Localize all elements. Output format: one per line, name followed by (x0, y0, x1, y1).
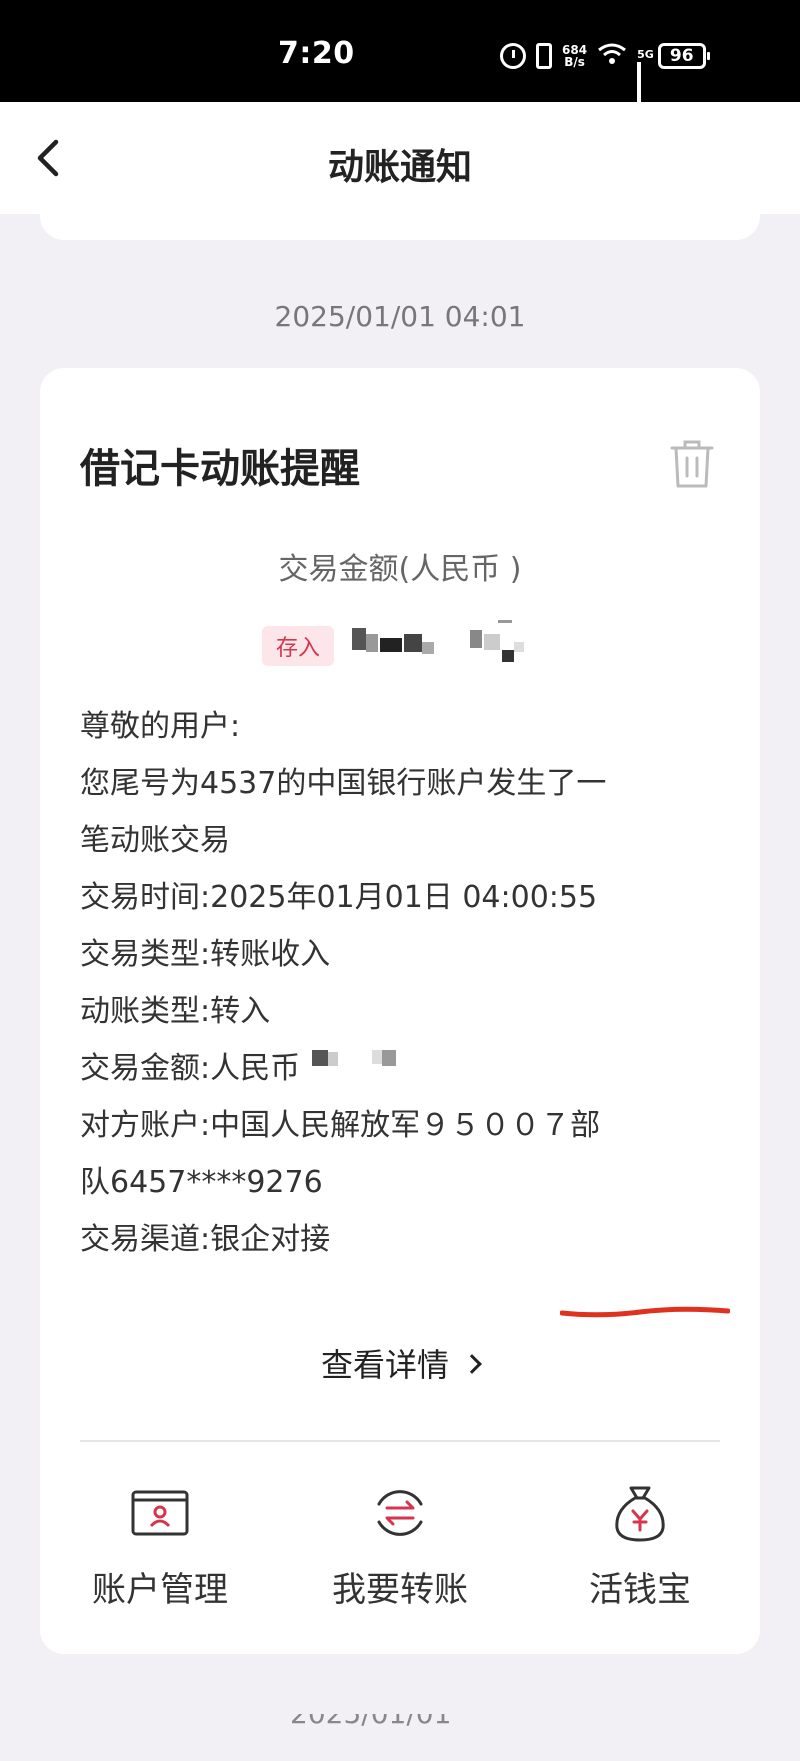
field-transaction-type: 交易类型: 转账收入 (80, 926, 740, 983)
quick-actions: 账户管理 我要转账 活钱宝 (40, 1478, 760, 1611)
amount-label: 交易金额(人民币 ) (278, 552, 522, 587)
app-header: 动账通知 (0, 102, 800, 214)
field-transaction-time: 交易时间: 2025年01月01日 04:00:55 (80, 869, 740, 926)
field-value: 转账收入 (210, 937, 331, 972)
message-line-1: 您尾号为4537的中国银行账户发生了一 (80, 766, 607, 801)
delete-button[interactable] (668, 436, 716, 492)
handwritten-underline (560, 1306, 730, 1318)
field-label: 对方账户: (80, 1108, 211, 1143)
previous-card (40, 200, 760, 240)
view-details-label: 查看详情 (320, 1346, 449, 1384)
message-line-2: 笔动账交易 (80, 823, 230, 858)
account-management-button[interactable]: 账户管理 (40, 1478, 280, 1611)
signal-icon: 5G (637, 43, 654, 127)
action-label: 账户管理 (92, 1570, 228, 1610)
page-title: 动账通知 (327, 147, 472, 188)
wifi-icon (597, 42, 627, 71)
deposit-tag: 存入 (262, 626, 335, 666)
field-label: 交易类型: (80, 937, 211, 972)
net-speed-unit: B/s (564, 55, 585, 69)
money-bag-icon (615, 1486, 665, 1542)
masked-amount-inline (300, 1040, 420, 1070)
field-transaction-amount: 交易金额: 人民币 (80, 1040, 740, 1097)
field-movement-type: 动账类型: 转入 (80, 983, 740, 1040)
field-value: 银企对接 (210, 1222, 331, 1257)
field-counterparty: 对方账户: 中国人民解放军９５００７部 (80, 1097, 740, 1154)
next-date-separator: 2025/01/01 04:01 (290, 1714, 510, 1728)
field-label: 动账类型: (80, 994, 211, 1029)
network-type: 5G (637, 48, 654, 61)
view-details-link[interactable]: 查看详情 (40, 1340, 760, 1386)
alarm-icon (500, 43, 526, 69)
greeting: 尊敬的用户: (80, 709, 241, 744)
field-label: 交易时间: (80, 880, 211, 915)
field-label: 交易金额: (80, 1051, 211, 1086)
masked-amount (352, 620, 552, 664)
status-icons: 684 B/s 5G 96 (500, 40, 710, 127)
status-bar: 7:20 684 B/s 5G 96 (0, 0, 800, 127)
action-label: 我要转账 (332, 1570, 468, 1610)
vibrate-icon (536, 43, 552, 69)
counterparty-account: 队6457****9276 (80, 1165, 323, 1200)
field-value: 2025年01月01日 04:00:55 (210, 880, 598, 915)
huoqianbao-button[interactable]: 活钱宝 (520, 1478, 760, 1611)
notification-card: 借记卡动账提醒 交易金额(人民币 ) 存入 尊敬的用户: 您尾号为4537的中国… (40, 368, 760, 1654)
battery-icon: 96 (657, 43, 710, 69)
transfer-icon (377, 1490, 423, 1536)
action-label: 活钱宝 (589, 1570, 691, 1610)
trash-icon (670, 440, 714, 488)
field-label: 交易渠道: (80, 1222, 211, 1257)
divider (80, 1440, 720, 1442)
transfer-button[interactable]: 我要转账 (280, 1478, 520, 1611)
field-value: 转入 (210, 994, 271, 1029)
chevron-right-icon (462, 1354, 482, 1374)
date-separator: 2025/01/01 04:01 (274, 300, 526, 333)
field-value: 人民币 (210, 1051, 301, 1086)
next-date-text: 2025/01/01 04:01 (290, 1714, 510, 1728)
account-card-icon (131, 1490, 189, 1536)
field-value: 中国人民解放军９５００７部 (210, 1108, 601, 1143)
net-speed: 684 B/s (562, 44, 587, 68)
message-body: 尊敬的用户: 您尾号为4537的中国银行账户发生了一 笔动账交易 交易时间: 2… (80, 698, 740, 1268)
status-time: 7:20 (278, 36, 355, 71)
field-channel: 交易渠道: 银企对接 (80, 1211, 740, 1268)
card-title: 借记卡动账提醒 (80, 446, 360, 492)
